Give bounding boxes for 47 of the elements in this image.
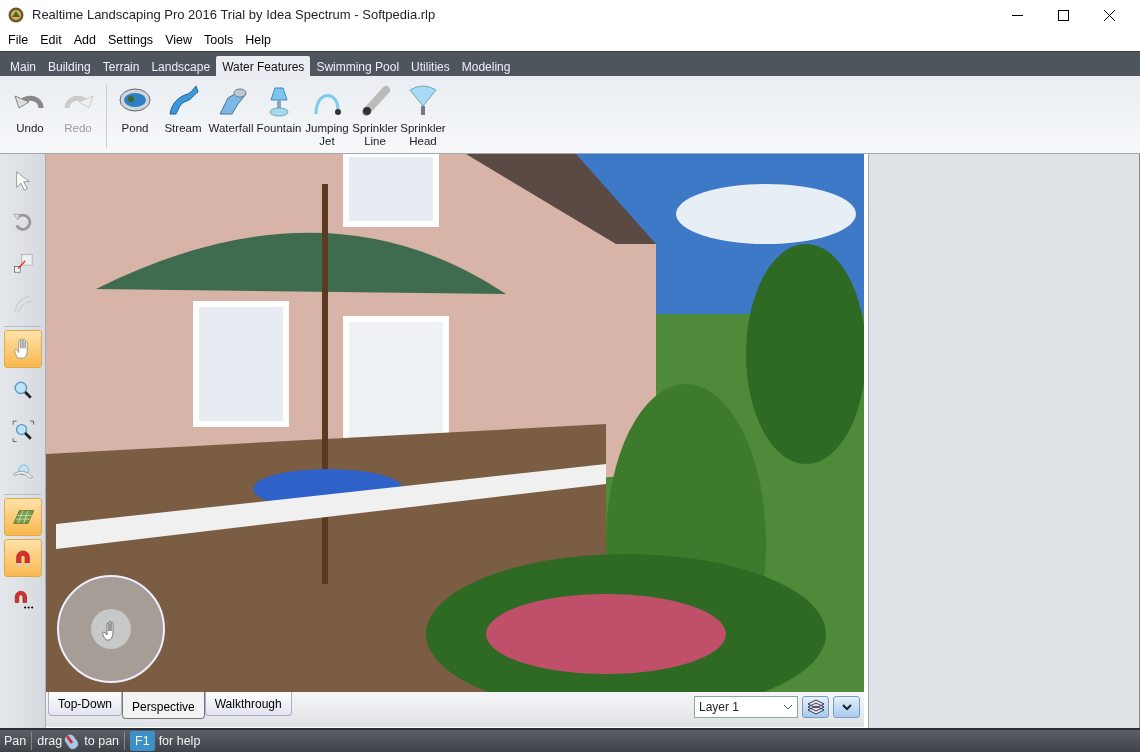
status-mode: Pan	[4, 732, 27, 750]
view-tab[interactable]: Walkthrough	[204, 692, 292, 716]
ribbon-tab[interactable]: Water Features	[216, 56, 311, 77]
grid-tool[interactable]	[3, 498, 42, 536]
view-tab[interactable]: Top-Down	[48, 692, 123, 716]
status-hint: drag	[37, 732, 63, 750]
window-title: Realtime Landscaping Pro 2016 Trial by Idea Spectrum - Softpedia.rlp	[32, 6, 437, 25]
stream-icon	[166, 84, 200, 118]
menu-item[interactable]: Settings	[101, 30, 160, 51]
key-badge: F1	[130, 730, 155, 752]
pond-button[interactable]: Pond	[111, 84, 159, 153]
ribbon-tab[interactable]: Utilities	[405, 56, 456, 77]
jet-button[interactable]: Jumping Jet	[303, 84, 351, 153]
magnet-tool[interactable]	[3, 539, 42, 577]
waterfall-button[interactable]: Waterfall	[207, 84, 255, 153]
status-hint: to pan	[84, 732, 120, 750]
menu-item[interactable]: File	[2, 30, 35, 51]
ribbon-tab[interactable]: Main	[4, 56, 42, 77]
chevron-icon	[841, 703, 852, 711]
maximize-icon	[1057, 9, 1069, 21]
layers-button[interactable]	[802, 696, 829, 718]
ribbon-tab[interactable]: Terrain	[96, 56, 146, 77]
navigation-control[interactable]	[56, 574, 166, 684]
undo-button[interactable]: Undo	[6, 84, 54, 153]
head-button[interactable]: Sprinkler Head	[399, 84, 447, 153]
ribbon-tab[interactable]: Modeling	[455, 56, 517, 77]
view-tab[interactable]: Perspective	[122, 692, 205, 719]
fountain-button[interactable]: Fountain	[255, 84, 303, 153]
layer-dropdown[interactable]: Layer 1	[694, 696, 798, 718]
minimize-icon	[1011, 14, 1023, 16]
status-hint: for help	[158, 732, 201, 750]
chevron-icon	[783, 704, 793, 710]
ribbon-tab[interactable]: Landscape	[145, 56, 217, 77]
menu-item[interactable]: Add	[67, 30, 102, 51]
ribbon-tab[interactable]: Building	[42, 56, 97, 77]
stream-button[interactable]: Stream	[159, 84, 207, 153]
hand-tool[interactable]	[3, 330, 42, 368]
layers-icon	[806, 699, 825, 715]
close-icon	[1103, 9, 1115, 21]
menu-item[interactable]: View	[159, 30, 198, 51]
menu-item[interactable]: Edit	[34, 30, 68, 51]
ribbon-tab[interactable]: Swimming Pool	[310, 56, 406, 77]
line-button[interactable]: Sprinkler Line	[351, 84, 399, 153]
dropdown-button[interactable]	[833, 696, 860, 718]
app-icon	[8, 7, 24, 23]
menu-item[interactable]: Help	[239, 30, 277, 51]
menu-item[interactable]: Tools	[198, 30, 240, 51]
